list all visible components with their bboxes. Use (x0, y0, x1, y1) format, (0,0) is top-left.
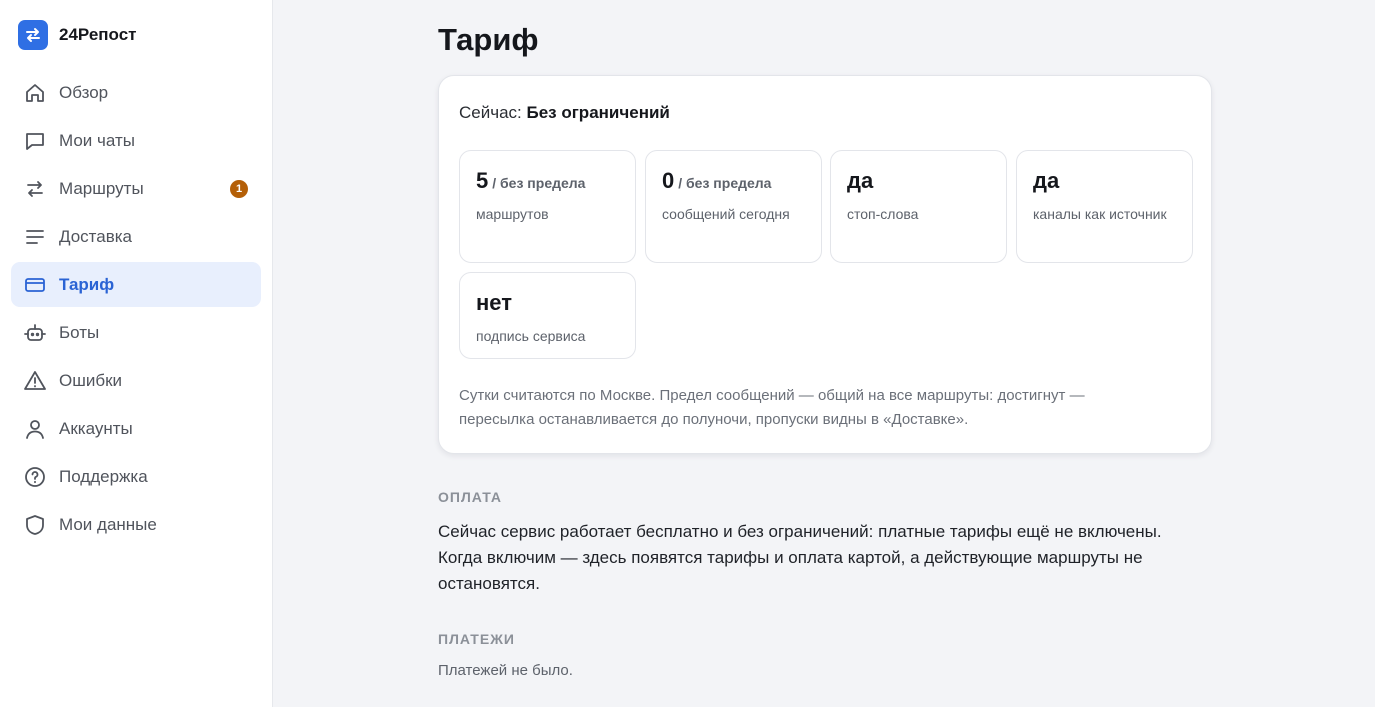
stat-card-channel-source: да каналы как источник (1016, 150, 1193, 263)
stat-suffix: / без предела (492, 175, 586, 191)
sidebar-item-label: Маршруты (59, 178, 144, 198)
stat-value: нет (476, 290, 513, 315)
routes-badge: 1 (230, 180, 248, 198)
current-plan: Сейчас: Без ограничений (459, 103, 670, 123)
stat-value: да (847, 168, 874, 193)
sidebar-item-label: Аккаунты (59, 418, 133, 438)
sidebar-item-label: Мои чаты (59, 130, 135, 150)
sidebar-item-delivery[interactable]: Доставка (11, 214, 261, 259)
sidebar-item-tariff[interactable]: Тариф (11, 262, 261, 307)
plan-card: Сейчас: Без ограничений 5/ без предела м… (438, 75, 1212, 454)
sidebar-item-bots[interactable]: Боты (11, 310, 261, 355)
shield-icon (24, 514, 46, 536)
sidebar-item-accounts[interactable]: Аккаунты (11, 406, 261, 451)
sidebar-item-my-data[interactable]: Мои данные (11, 502, 261, 547)
stat-card-signature: нет подпись сервиса (459, 272, 636, 359)
sidebar: 24Репост Обзор Мои чаты Маршруты 1 Доста… (0, 0, 273, 707)
help-icon (24, 466, 46, 488)
sidebar-item-label: Доставка (59, 226, 133, 246)
stat-value: 0 (662, 168, 675, 193)
current-plan-prefix: Сейчас: (459, 103, 522, 122)
chat-icon (24, 130, 46, 152)
payment-heading: ОПЛАТА (438, 489, 502, 505)
payments-heading: ПЛАТЕЖИ (438, 631, 515, 647)
sidebar-item-label: Ошибки (59, 370, 123, 390)
sidebar-item-chats[interactable]: Мои чаты (11, 118, 261, 163)
brand[interactable]: 24Репост (18, 20, 137, 50)
stat-label: стоп-слова (847, 206, 919, 222)
sidebar-item-label: Мои данные (59, 514, 157, 534)
home-icon (24, 82, 46, 104)
page-title: Тариф (438, 22, 539, 57)
sidebar-nav: Обзор Мои чаты Маршруты 1 Доставка Тариф… (11, 70, 261, 550)
lines-icon (24, 226, 46, 248)
stat-label: каналы как источник (1033, 206, 1167, 222)
sidebar-item-label: Обзор (59, 82, 109, 102)
sidebar-item-routes[interactable]: Маршруты 1 (11, 166, 261, 211)
stat-label: сообщений сегодня (662, 206, 790, 222)
sidebar-item-label: Тариф (59, 274, 115, 294)
stat-label: подпись сервиса (476, 328, 586, 344)
stat-card-stopwords: да стоп-слова (830, 150, 1007, 263)
sidebar-item-errors[interactable]: Ошибки (11, 358, 261, 403)
warning-icon (24, 370, 46, 392)
payments-text: Платежей не было. (438, 662, 573, 679)
app-name: 24Репост (59, 25, 137, 44)
sidebar-item-overview[interactable]: Обзор (11, 70, 261, 115)
stat-card-messages: 0/ без предела сообщений сегодня (645, 150, 822, 263)
arrows-icon (24, 178, 46, 200)
plan-note: Сутки считаются по Москве. Предел сообще… (459, 387, 1085, 428)
stat-suffix: / без предела (678, 175, 772, 191)
user-icon (24, 418, 46, 440)
sidebar-item-label: Поддержка (59, 466, 148, 486)
logo-icon (18, 20, 48, 50)
current-plan-value: Без ограничений (526, 103, 670, 122)
stat-value: 5 (476, 168, 489, 193)
sidebar-item-support[interactable]: Поддержка (11, 454, 261, 499)
card-icon (24, 274, 46, 296)
stat-label: маршрутов (476, 206, 549, 222)
sidebar-item-label: Боты (59, 322, 100, 342)
stat-card-routes: 5/ без предела маршрутов (459, 150, 636, 263)
robot-icon (24, 322, 46, 344)
stat-value: да (1033, 168, 1060, 193)
payment-text: Сейчас сервис работает бесплатно и без о… (438, 522, 1162, 593)
